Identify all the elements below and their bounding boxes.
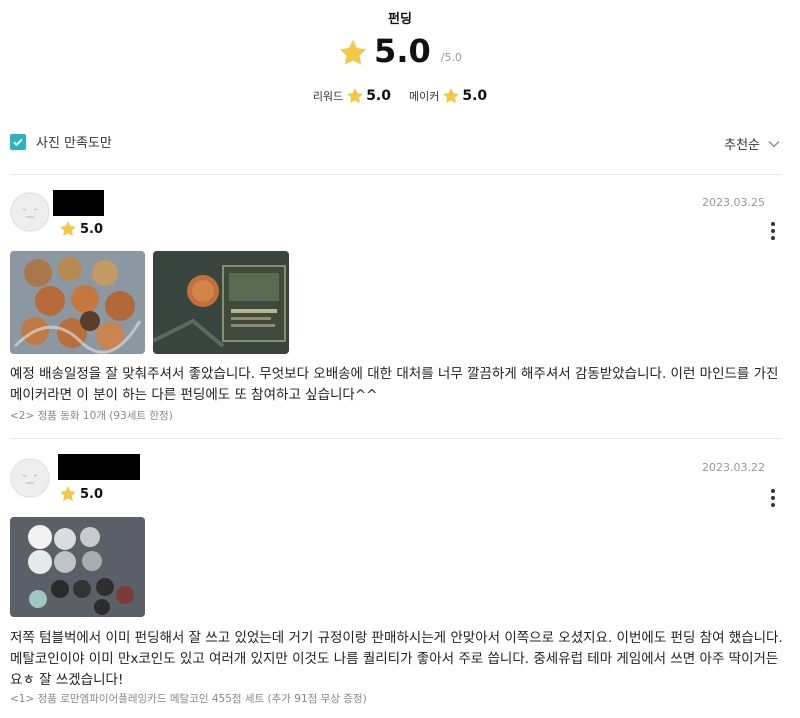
review-photo[interactable] xyxy=(10,251,145,354)
coins-bag-photo xyxy=(10,251,145,354)
review-text: 예정 배송일정을 잘 맞춰주셔서 좋았습니다. 무엇보다 오배송에 대한 대처를… xyxy=(10,366,779,403)
review-rating: 5.0 xyxy=(59,220,103,238)
reward-score: 5.0 xyxy=(366,88,391,104)
review-score: 5.0 xyxy=(80,221,104,237)
divider xyxy=(10,174,782,175)
avatar xyxy=(10,458,50,498)
photo-only-filter[interactable]: 사진 만족도만 xyxy=(10,132,112,151)
maker-label: 메이커 xyxy=(409,90,440,103)
review-option: <1> 정품 로만엠파이어플레잉카드 메탈코인 455점 세트 (추가 91점 … xyxy=(10,693,367,705)
review-date: 2023.03.22 xyxy=(702,461,765,474)
metal-coins-photo xyxy=(10,517,145,617)
overall-rating: 5.0 /5.0 xyxy=(0,34,800,68)
default-avatar-icon xyxy=(10,458,50,498)
star-icon xyxy=(60,486,76,502)
redacted-username xyxy=(53,190,104,216)
maker-score: 5.0 xyxy=(462,88,488,104)
divider xyxy=(10,438,782,439)
review-option: <2> 정품 동화 10개 (93세트 한정) xyxy=(10,410,173,422)
avatar xyxy=(10,192,50,232)
coin-and-card-photo xyxy=(153,251,289,354)
review-date: 2023.03.25 xyxy=(702,196,765,209)
reward-label: 리워드 xyxy=(312,90,344,103)
star-icon xyxy=(347,88,363,104)
more-options-icon[interactable] xyxy=(770,486,776,510)
sort-dropdown[interactable]: 추천순 xyxy=(724,134,780,153)
star-icon xyxy=(340,39,367,65)
star-icon xyxy=(60,221,76,237)
sort-label: 추천순 xyxy=(724,138,760,153)
chevron-down-icon xyxy=(768,140,780,147)
photo-only-label: 사진 만족도만 xyxy=(36,136,112,151)
check-icon xyxy=(13,138,23,146)
review-text: 저쪽 텀블벅에서 이미 펀딩해서 잘 쓰고 있었는데 거기 규정이랑 판매하시는… xyxy=(10,630,783,688)
more-options-icon[interactable] xyxy=(770,219,776,243)
sub-ratings: 리워드 5.0 메이커 5.0 xyxy=(0,87,800,105)
default-avatar-icon xyxy=(10,192,50,232)
review-photo[interactable] xyxy=(153,251,289,354)
photo-only-checkbox[interactable] xyxy=(10,133,26,150)
page-title: 펀딩 xyxy=(388,12,412,27)
redacted-username xyxy=(58,454,140,480)
review-rating: 5.0 xyxy=(59,485,103,503)
review-photo[interactable] xyxy=(10,517,145,617)
overall-max: /5.0 xyxy=(440,51,462,64)
review-score: 5.0 xyxy=(80,486,104,502)
overall-score: 5.0 xyxy=(374,32,431,70)
star-icon xyxy=(443,88,460,104)
